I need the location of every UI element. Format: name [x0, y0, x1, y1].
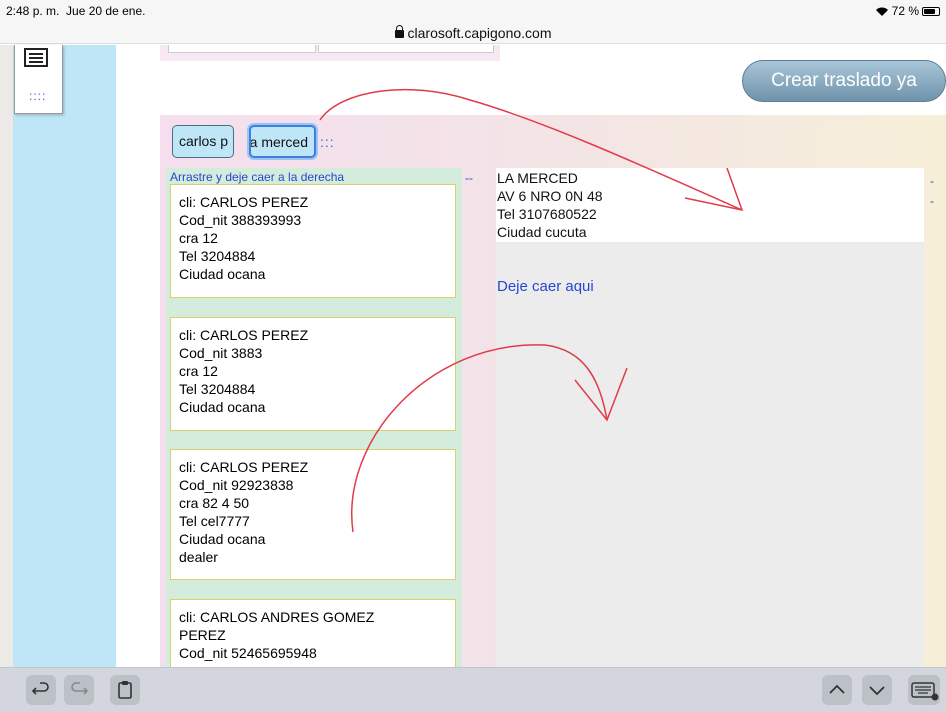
- client-name-cont: PEREZ: [179, 627, 226, 643]
- next-field-button[interactable]: [862, 675, 892, 705]
- client-name: cli: CARLOS ANDRES GOMEZ: [179, 609, 375, 625]
- destination-chip-label[interactable]: la merced: [251, 134, 308, 150]
- destination-phone: Tel 3107680522: [497, 206, 597, 222]
- client-type: dealer: [179, 549, 218, 565]
- clock-time: 2:48 p. m.: [6, 4, 60, 18]
- client-filter-chip[interactable]: carlos p: [172, 125, 234, 158]
- date-text: Jue 20 de ene.: [66, 4, 146, 18]
- destination-name: LA MERCED: [497, 170, 578, 186]
- chevron-down-icon: [869, 686, 885, 696]
- left-sidebar: [13, 45, 116, 667]
- undo-icon: [31, 682, 49, 695]
- paste-button[interactable]: [110, 675, 140, 705]
- drag-handle-dots[interactable]: ::::: [29, 89, 46, 103]
- battery-percent: 72 %: [891, 4, 919, 18]
- wifi-icon: [875, 7, 888, 16]
- clipboard-icon: [118, 681, 132, 699]
- client-address: cra 82 4 50: [179, 495, 250, 511]
- battery-icon: [922, 6, 940, 16]
- client-name: cli: CARLOS PEREZ: [179, 194, 309, 210]
- drop-zone[interactable]: [496, 168, 924, 667]
- client-name: cli: CARLOS PEREZ: [179, 459, 309, 475]
- status-time: 2:48 p. m. Jue 20 de ene.: [6, 4, 145, 18]
- keyboard-icon: [911, 682, 939, 701]
- browser-status-bar: 2:48 p. m. Jue 20 de ene. 72 % clarosoft…: [0, 0, 946, 44]
- destination-city: Ciudad cucuta: [497, 224, 587, 240]
- client-card[interactable]: cli: CARLOS ANDRES GOMEZ PEREZ Cod_nit 5…: [170, 599, 456, 667]
- chevron-up-icon: [829, 684, 845, 694]
- client-card[interactable]: cli: CARLOS PEREZ Cod_nit 92923838 cra 8…: [170, 449, 456, 580]
- client-nit: Cod_nit 3883: [179, 345, 263, 361]
- destination-info: LA MERCED AV 6 NRO 0N 48 Tel 3107680522 …: [496, 168, 924, 242]
- client-card[interactable]: cli: CARLOS PEREZ Cod_nit 388393993 cra …: [170, 184, 456, 298]
- client-city: Ciudad ocana: [179, 266, 266, 282]
- client-phone: Tel cel7777: [179, 513, 250, 529]
- client-card[interactable]: cli: CARLOS PEREZ Cod_nit 3883 cra 12 Te…: [170, 317, 456, 431]
- top-input-1[interactable]: [168, 45, 316, 53]
- client-address: cra 12: [179, 363, 218, 379]
- client-phone: Tel 3204884: [179, 248, 256, 264]
- client-city: Ciudad ocana: [179, 531, 266, 547]
- address-bar[interactable]: clarosoft.capigono.com: [0, 25, 946, 41]
- destination-address: AV 6 NRO 0N 48: [497, 188, 603, 204]
- left-gutter: [0, 45, 13, 667]
- destination-filter-chip[interactable]: la merced: [249, 125, 316, 158]
- right-dash: -: [930, 174, 934, 188]
- top-form-strip: [160, 45, 500, 61]
- lock-icon: [394, 25, 404, 38]
- previous-field-button[interactable]: [822, 675, 852, 705]
- undo-button[interactable]: [26, 675, 56, 705]
- drag-instruction: Arrastre y deje caer a la derecha: [170, 170, 345, 184]
- chips-drag-dots[interactable]: :::: [320, 134, 335, 150]
- redo-icon: [71, 682, 89, 695]
- create-transfer-button[interactable]: Crear traslado ya: [742, 60, 946, 102]
- client-phone: Tel 3204884: [179, 381, 256, 397]
- client-name: cli: CARLOS PEREZ: [179, 327, 309, 343]
- status-indicators: 72 %: [875, 4, 940, 18]
- client-nit: Cod_nit 92923838: [179, 477, 294, 493]
- client-address: cra 12: [179, 230, 218, 246]
- top-input-2[interactable]: [318, 45, 494, 53]
- client-nit: Cod_nit 52465695948: [179, 645, 317, 661]
- client-city: Ciudad ocana: [179, 399, 266, 415]
- drop-here-label: Deje caer aqui: [497, 278, 594, 295]
- hide-keyboard-button[interactable]: [908, 675, 940, 705]
- redo-button[interactable]: [64, 675, 94, 705]
- keyboard-toolbar: [0, 667, 946, 712]
- side-menu-box[interactable]: ::::: [14, 45, 63, 114]
- client-nit: Cod_nit 388393993: [179, 212, 302, 228]
- url-text[interactable]: clarosoft.capigono.com: [408, 25, 552, 41]
- right-dash: -: [930, 194, 934, 208]
- list-menu-icon[interactable]: [24, 48, 48, 67]
- list-dash: --: [465, 171, 473, 185]
